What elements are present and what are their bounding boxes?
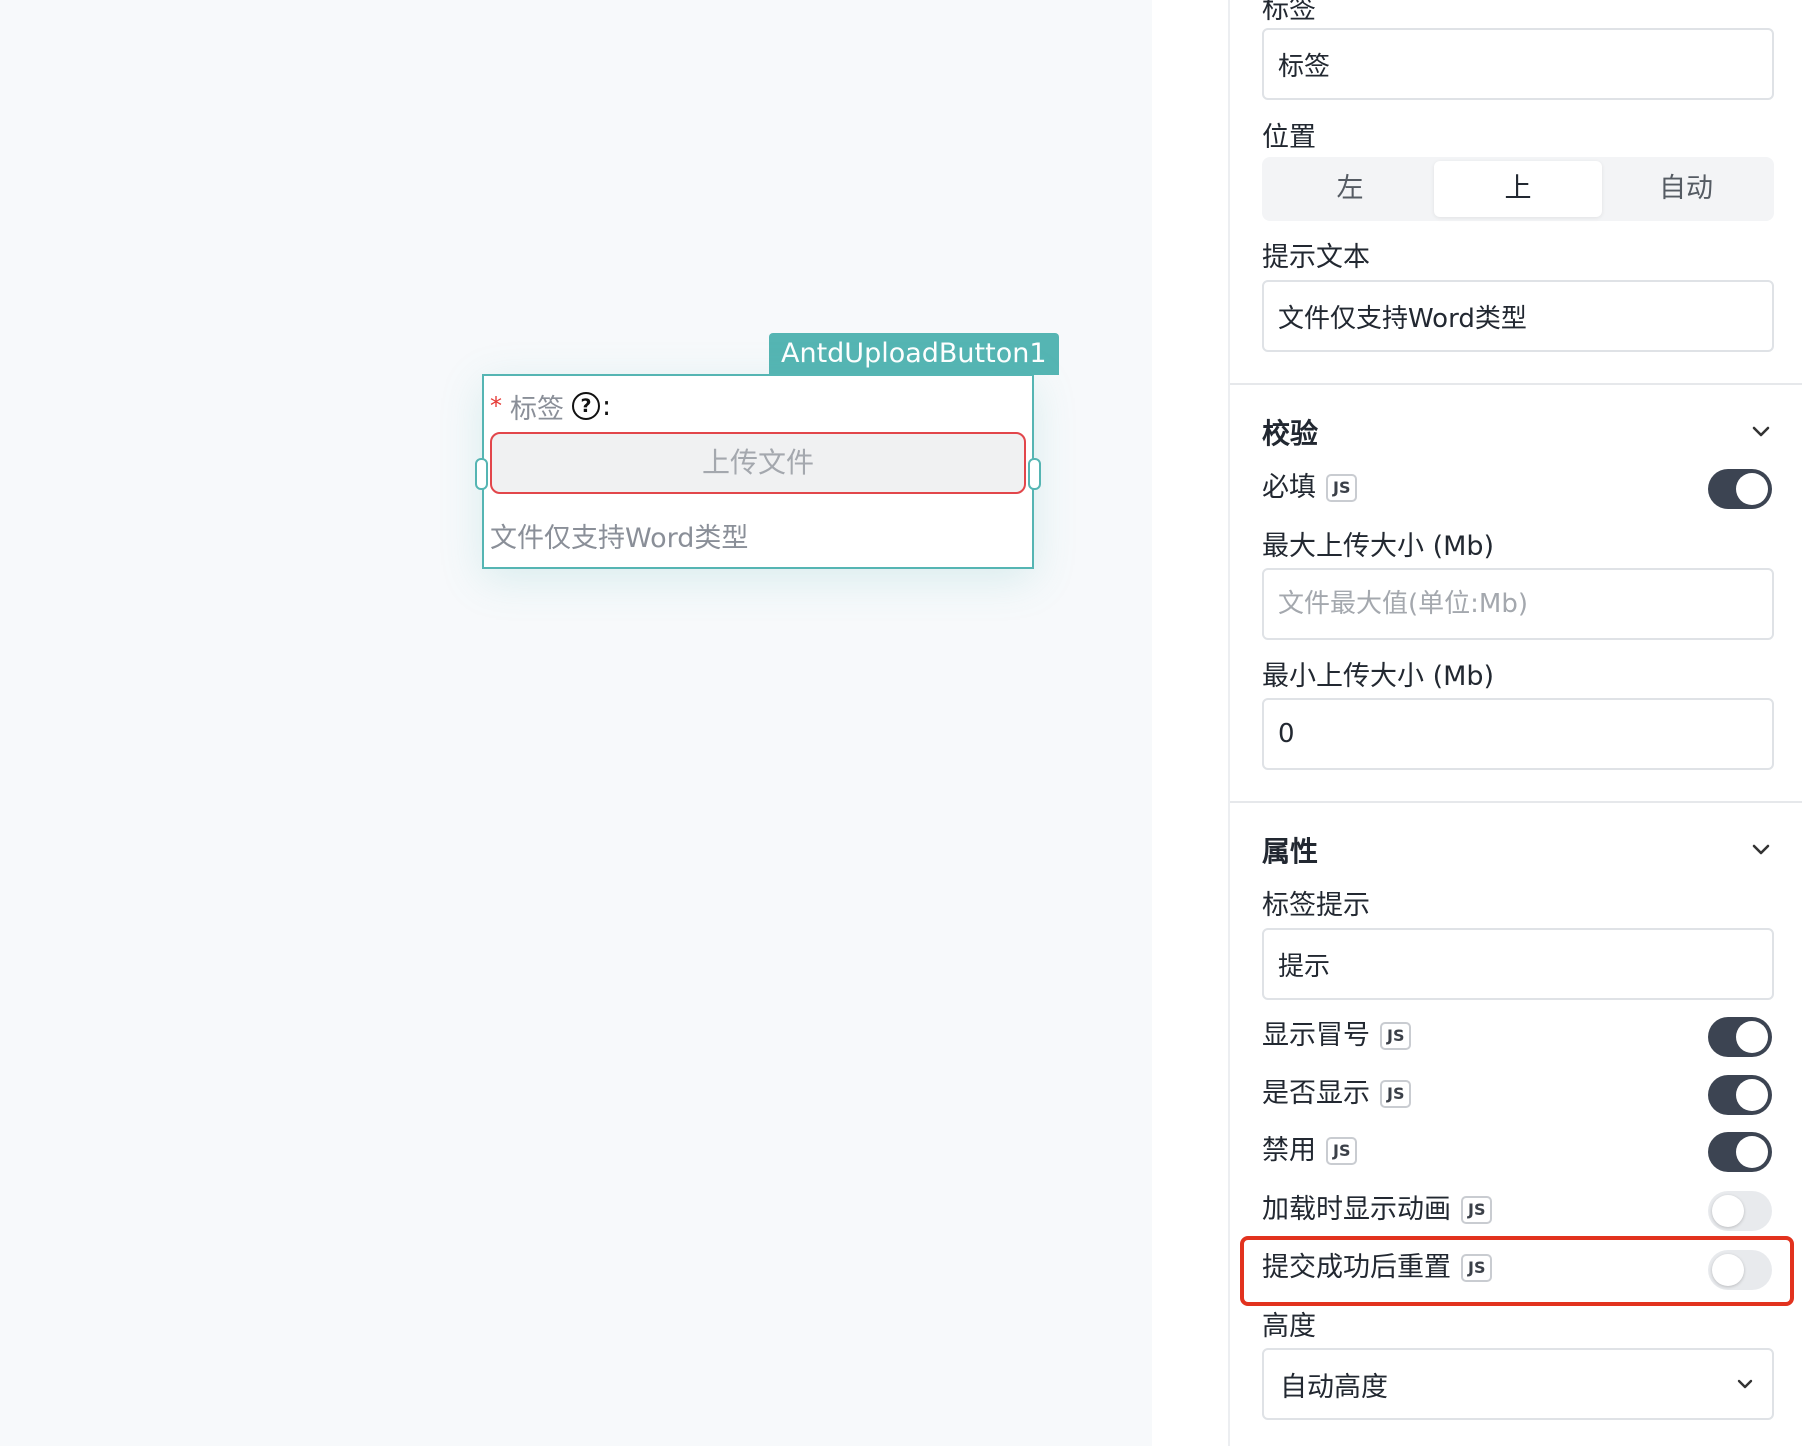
required-toggle[interactable] [1708,469,1772,509]
position-option-auto[interactable]: 自动 [1602,161,1770,217]
position-option-left[interactable]: 左 [1266,161,1434,217]
loading-animation-row: 加载时显示动画 JS [1262,1192,1493,1228]
position-option-top[interactable]: 上 [1434,161,1602,217]
min-size-input[interactable] [1262,698,1774,770]
required-label: 必填 [1262,472,1316,503]
reset-after-submit-row: 提交成功后重置 JS [1262,1250,1493,1286]
label-field-label: 标签 [1262,0,1316,25]
show-colon-toggle[interactable] [1708,1017,1772,1057]
disabled-row: 禁用 JS [1262,1133,1358,1169]
min-size-label: 最小上传大小 (Mb) [1262,661,1495,692]
section-divider [1230,383,1802,385]
resize-handle-left[interactable] [475,458,488,490]
height-label: 高度 [1262,1311,1316,1342]
component-label: 标签 [510,393,564,425]
reset-after-submit-label: 提交成功后重置 [1262,1252,1451,1283]
height-select-value: 自动高度 [1280,1371,1388,1403]
question-circle-icon[interactable]: ? [572,392,600,420]
upload-file-button[interactable]: 上传文件 [490,432,1026,494]
loading-animation-toggle[interactable] [1708,1191,1772,1231]
show-colon-label: 显示冒号 [1262,1020,1370,1051]
component-name-tag[interactable]: AntdUploadButton1 [769,333,1059,375]
app-root: AntdUploadButton1 * 标签 ? : 上传文件 文件仅支持Wor… [0,0,1802,1446]
label-input[interactable] [1262,28,1774,100]
section-divider [1230,801,1802,803]
visible-toggle[interactable] [1708,1075,1772,1115]
label-colon: : [602,390,612,422]
properties-panel: 标签 位置 左 上 自动 提示文本 校验 必填 JS 最大上传大小 (Mb) 最… [1228,0,1802,1446]
resize-handle-right[interactable] [1028,458,1041,490]
loading-animation-label: 加载时显示动画 [1262,1194,1451,1225]
design-canvas[interactable]: AntdUploadButton1 * 标签 ? : 上传文件 文件仅支持Wor… [0,0,1152,1446]
upload-button-component[interactable]: * 标签 ? : 上传文件 文件仅支持Word类型 [475,374,1041,569]
chevron-down-icon [1737,1379,1753,1389]
max-size-label: 最大上传大小 (Mb) [1262,531,1495,562]
component-hint-text: 文件仅支持Word类型 [490,523,749,554]
label-tooltip-input[interactable] [1262,928,1774,1000]
hint-text-label: 提示文本 [1262,242,1370,273]
component-label-row: * 标签 ? : [490,386,611,426]
position-label: 位置 [1262,122,1316,153]
js-badge[interactable]: JS [1461,1196,1493,1224]
disabled-toggle[interactable] [1708,1132,1772,1172]
js-badge[interactable]: JS [1326,1137,1358,1165]
max-size-input[interactable] [1262,568,1774,640]
validation-section-title[interactable]: 校验 [1262,412,1318,452]
js-badge[interactable]: JS [1461,1254,1493,1282]
height-select[interactable]: 自动高度 [1262,1348,1774,1420]
js-badge[interactable]: JS [1326,474,1358,502]
disabled-label: 禁用 [1262,1135,1316,1166]
chevron-down-icon[interactable] [1750,420,1772,442]
chevron-down-icon[interactable] [1750,838,1772,860]
hint-text-input[interactable] [1262,280,1774,352]
visible-label: 是否显示 [1262,1078,1370,1109]
position-segmented-control: 左 上 自动 [1262,157,1774,221]
label-tooltip-label: 标签提示 [1262,890,1370,921]
reset-after-submit-toggle[interactable] [1708,1250,1772,1290]
properties-section-title[interactable]: 属性 [1262,830,1318,870]
show-colon-row: 显示冒号 JS [1262,1018,1412,1054]
visible-row: 是否显示 JS [1262,1076,1412,1112]
required-row: 必填 JS [1262,470,1358,506]
js-badge[interactable]: JS [1380,1080,1412,1108]
required-star: * [490,392,502,420]
js-badge[interactable]: JS [1380,1022,1412,1050]
